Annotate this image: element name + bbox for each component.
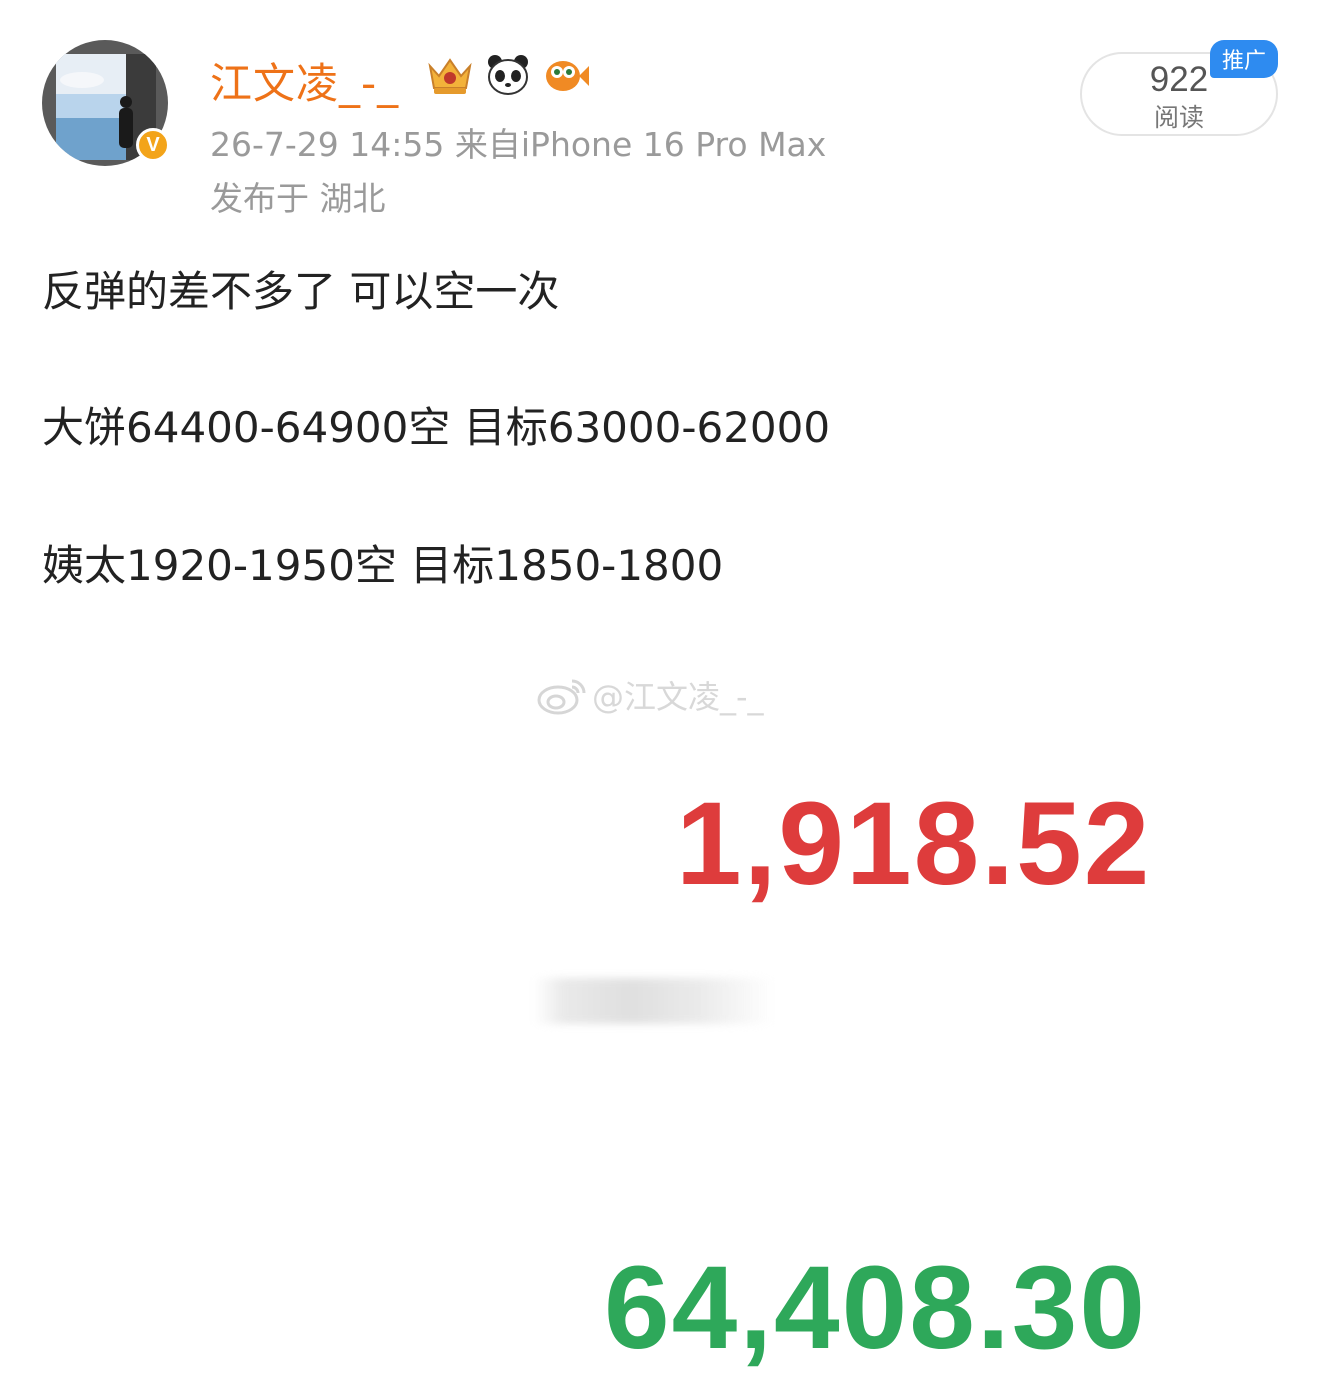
blurred-label bbox=[534, 978, 774, 1024]
panda-icon[interactable] bbox=[483, 52, 533, 98]
post-text-line: 姨太1920-1950空 目标1850-1800 bbox=[42, 541, 724, 590]
post-time-source: 26-7-29 14:55 来自iPhone 16 Pro Max bbox=[210, 125, 827, 164]
read-label: 阅读 bbox=[1153, 103, 1204, 132]
btc-price: 64,408.30 bbox=[604, 1242, 1147, 1374]
avatar[interactable]: V bbox=[42, 40, 170, 166]
post-text-line: 反弹的差不多了 可以空一次 bbox=[42, 267, 560, 316]
eth-price: 1,918.52 bbox=[676, 778, 1152, 910]
username[interactable]: 江文凌_-_ bbox=[210, 50, 399, 111]
verified-badge-icon: V bbox=[136, 128, 170, 162]
promotion-tag[interactable]: 推广 bbox=[1210, 40, 1278, 78]
user-badges bbox=[425, 52, 591, 98]
post-text-line: 大饼64400-64900空 目标63000-62000 bbox=[42, 403, 831, 452]
goldfish-icon[interactable] bbox=[541, 52, 591, 98]
post-location: 发布于 湖北 bbox=[210, 179, 386, 218]
image-watermark: @江文凌_-_ bbox=[536, 672, 764, 718]
weibo-logo-icon bbox=[537, 679, 586, 715]
watermark-text: @江文凌_-_ bbox=[592, 678, 764, 716]
crown-badge-icon[interactable] bbox=[425, 52, 475, 98]
